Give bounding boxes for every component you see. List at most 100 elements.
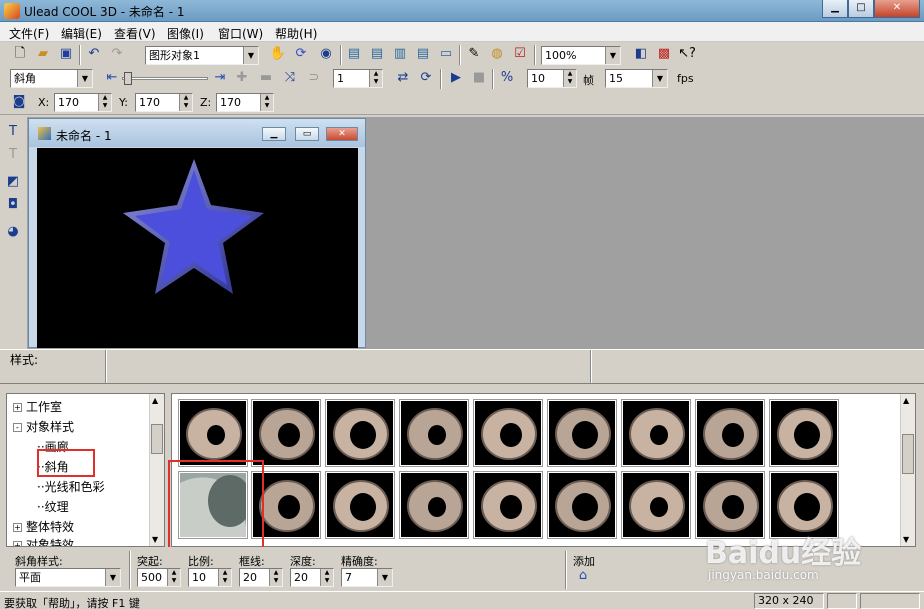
frame-input[interactable]: 1 ▲ ▼ xyxy=(333,69,383,88)
play-icon[interactable]: ▶ xyxy=(448,70,464,86)
tree-item-texture[interactable]: ··纹理 xyxy=(37,498,69,515)
remove-keyframe-icon[interactable]: ▬ xyxy=(258,70,274,86)
ratio-label: 比例: xyxy=(188,555,214,568)
x-input[interactable]: 170 ▲ ▼ xyxy=(54,93,112,112)
zoom-select[interactable]: 100% ▼ xyxy=(541,46,621,65)
tree-item-light-color[interactable]: ··光线和色彩 xyxy=(37,478,105,495)
render-canvas[interactable] xyxy=(37,148,358,348)
bevel-thumbnail[interactable] xyxy=(621,471,691,539)
tree-item-object-effects[interactable]: + 对象特效 xyxy=(13,536,74,546)
bevel-style-select[interactable]: 平面 ▼ xyxy=(15,568,121,587)
add-keyframe-icon[interactable]: ✚ xyxy=(234,70,250,86)
bevel-thumbnail[interactable] xyxy=(178,399,248,467)
refresh-icon[interactable]: ⟳ xyxy=(418,70,434,86)
close-button[interactable]: ✕ xyxy=(874,0,920,18)
undo-icon[interactable]: ↶ xyxy=(86,46,102,62)
y-input[interactable]: 170 ▲ ▼ xyxy=(135,93,193,112)
select-icon[interactable]: ◘ xyxy=(5,197,21,213)
hand-icon[interactable]: ✋ xyxy=(270,46,286,62)
expand-icon[interactable]: + xyxy=(13,523,22,532)
gallery-scrollbar[interactable]: ▲ ▼ xyxy=(900,394,915,546)
bevel-thumbnail[interactable] xyxy=(547,471,617,539)
expand-icon[interactable]: + xyxy=(13,541,22,546)
insert-shape-icon[interactable]: ◩ xyxy=(5,174,21,190)
menu-edit[interactable]: 编辑(E) xyxy=(61,25,102,42)
z-input[interactable]: 170 ▲ ▼ xyxy=(216,93,274,112)
highlight-bevel xyxy=(37,449,95,477)
document-titlebar[interactable]: 未命名 - 1 ▁ ▭ ✕ xyxy=(29,119,365,147)
bevel-thumbnail[interactable] xyxy=(325,399,395,467)
frames-count-input[interactable]: 10 ▲ ▼ xyxy=(527,69,577,88)
tree-scrollbar[interactable]: ▲ ▼ xyxy=(149,394,164,546)
rotate-icon[interactable]: ⟳ xyxy=(293,46,309,62)
percent-icon[interactable]: % xyxy=(499,70,515,86)
bevel-thumbnail[interactable] xyxy=(399,471,469,539)
ratio-input[interactable]: 10 ▲ ▼ xyxy=(188,568,232,587)
last-frame-icon[interactable]: ⇥ xyxy=(212,70,228,86)
globe-icon[interactable]: ◍ xyxy=(489,46,505,62)
menu-help[interactable]: 帮助(H) xyxy=(275,25,317,42)
insert-text-icon[interactable]: T xyxy=(5,124,21,140)
edit-text-icon[interactable]: T xyxy=(5,147,21,163)
export-icon[interactable]: ◧ xyxy=(633,46,649,62)
effect-select[interactable]: 斜角 ▼ xyxy=(10,69,93,88)
align-icon[interactable]: ▤ xyxy=(369,46,385,62)
maximize-button[interactable]: □ xyxy=(848,0,874,18)
geometry-icon[interactable]: ◕ xyxy=(5,224,21,240)
bevel-thumbnail[interactable] xyxy=(399,399,469,467)
menu-file[interactable]: 文件(F) xyxy=(9,25,49,42)
select-object-icon[interactable]: ◉ xyxy=(318,46,334,62)
minimize-button[interactable]: ▁ xyxy=(822,0,848,18)
toolbar-separator xyxy=(340,45,342,65)
gallery-icon[interactable]: ▩ xyxy=(656,46,672,62)
align-icon[interactable]: ▥ xyxy=(392,46,408,62)
menu-image[interactable]: 图像(I) xyxy=(167,25,204,42)
bevel-thumbnail[interactable] xyxy=(621,399,691,467)
save-icon[interactable]: ▣ xyxy=(58,46,74,62)
swap-icon[interactable]: ⤨ xyxy=(282,70,298,86)
tree-item-studio[interactable]: + 工作室 xyxy=(13,398,62,415)
add-to-gallery-icon[interactable]: ⌂ xyxy=(575,568,591,584)
align-icon[interactable]: ▤ xyxy=(415,46,431,62)
chart-icon[interactable]: ☑ xyxy=(512,46,528,62)
bevel-thumbnail[interactable] xyxy=(251,399,321,467)
document-window[interactable]: 未命名 - 1 ▁ ▭ ✕ xyxy=(28,118,366,348)
help-pointer-icon[interactable]: ↖? xyxy=(678,46,696,62)
align-icon[interactable]: ▭ xyxy=(438,46,454,62)
bevel-thumbnail[interactable] xyxy=(325,471,395,539)
tree-item-global-effects[interactable]: + 整体特效 xyxy=(13,518,74,535)
depth-input[interactable]: 20 ▲ ▼ xyxy=(290,568,334,587)
bevel-thumbnail[interactable] xyxy=(769,399,839,467)
timeline-slider[interactable] xyxy=(122,72,208,86)
reverse-icon[interactable]: ⊃ xyxy=(306,70,322,86)
bevel-thumbnail[interactable] xyxy=(547,399,617,467)
doc-maximize-button[interactable]: ▭ xyxy=(295,127,319,141)
precision-select[interactable]: 7 ▼ xyxy=(341,568,393,587)
menu-view[interactable]: 查看(V) xyxy=(114,25,156,42)
redo-icon[interactable]: ↷ xyxy=(109,46,125,62)
stop-icon[interactable]: ■ xyxy=(471,70,487,86)
expand-icon[interactable]: + xyxy=(13,403,22,412)
doc-close-button[interactable]: ✕ xyxy=(326,127,358,141)
tree-item-object-style[interactable]: - 对象样式 xyxy=(13,418,74,435)
border-input[interactable]: 20 ▲ ▼ xyxy=(239,568,283,587)
align-icon[interactable]: ▤ xyxy=(346,46,362,62)
bevel-thumbnail[interactable] xyxy=(695,399,765,467)
protrude-input[interactable]: 500 ▲ ▼ xyxy=(137,568,181,587)
brush-icon[interactable]: ✎ xyxy=(466,46,482,62)
loop-icon[interactable]: ⇄ xyxy=(395,70,411,86)
menu-window[interactable]: 窗口(W) xyxy=(218,25,263,42)
bevel-thumbnail[interactable] xyxy=(473,399,543,467)
doc-minimize-button[interactable]: ▁ xyxy=(262,127,286,141)
collapse-icon[interactable]: - xyxy=(13,423,22,432)
open-folder-icon[interactable]: ▰ xyxy=(35,46,51,62)
fps-select[interactable]: 15 ▼ xyxy=(605,69,668,88)
position-icon[interactable]: ◙ xyxy=(11,94,27,110)
toolbar-separator xyxy=(492,69,494,89)
new-file-icon[interactable]: 🗋 xyxy=(12,46,28,62)
first-frame-icon[interactable]: ⇤ xyxy=(104,70,120,86)
star-object[interactable] xyxy=(37,148,358,348)
object-select[interactable]: 图形对象1 ▼ xyxy=(145,46,259,65)
bevel-thumbnail[interactable] xyxy=(473,471,543,539)
panel-splitter[interactable] xyxy=(0,383,924,391)
